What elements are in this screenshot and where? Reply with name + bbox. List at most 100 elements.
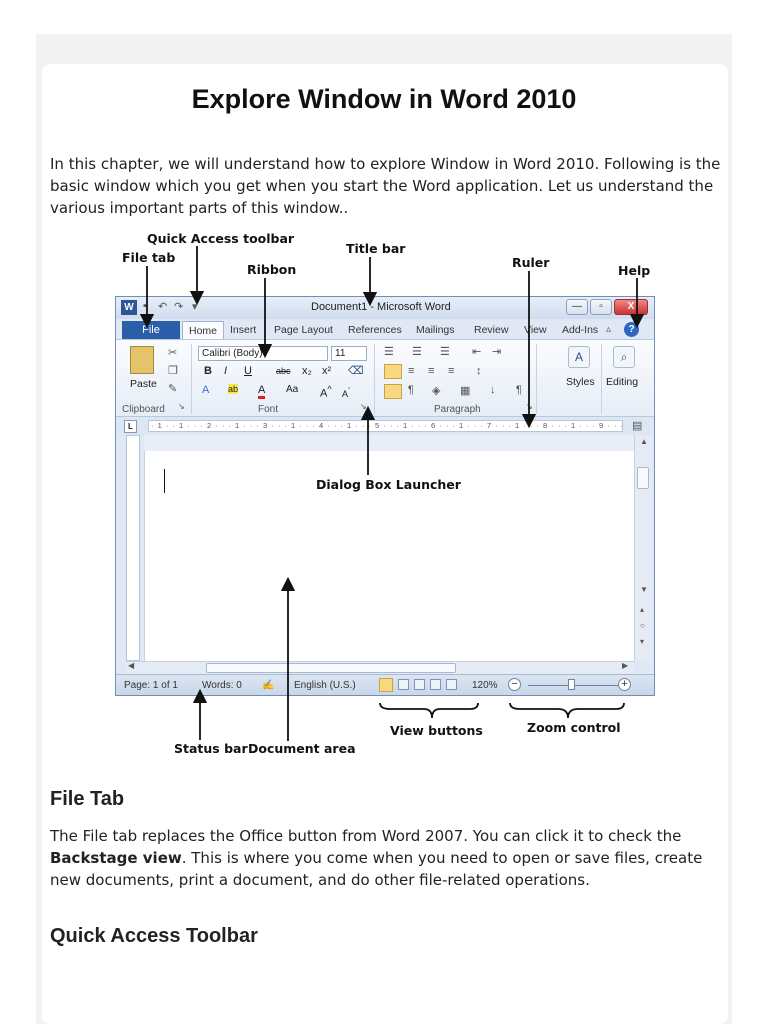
- italic-button[interactable]: I: [224, 365, 227, 377]
- document-area[interactable]: [144, 435, 634, 661]
- group-separator: [191, 344, 192, 414]
- word-count[interactable]: Words: 0: [202, 680, 242, 691]
- zoom-level[interactable]: 120%: [472, 680, 498, 691]
- clipboard-launcher-icon[interactable]: ↘: [178, 402, 185, 411]
- font-size-combo[interactable]: 11: [331, 346, 367, 361]
- numbering-icon[interactable]: ☰: [412, 345, 422, 358]
- shading-icon[interactable]: ◈: [432, 384, 440, 397]
- save-icon[interactable]: ▪: [143, 300, 147, 312]
- intro-paragraph: In this chapter, we will understand how …: [50, 155, 721, 217]
- file-tab-text-part: The File tab replaces the Office button …: [50, 827, 682, 845]
- callout-file-tab: File tab: [122, 250, 176, 265]
- increase-indent-icon[interactable]: ⇥: [492, 345, 501, 358]
- editing-button[interactable]: Editing: [606, 376, 638, 388]
- proofing-icon[interactable]: ✍: [262, 680, 274, 691]
- line-spacing-icon[interactable]: ↕: [476, 365, 482, 377]
- scroll-up-icon[interactable]: ▲: [640, 437, 648, 446]
- ribbon: Paste ✂ ❐ ✎ Clipboard ↘ Calibri (Body) 1…: [116, 339, 654, 417]
- tab-selector-icon[interactable]: L: [124, 420, 137, 433]
- tab-page-layout[interactable]: Page Layout: [274, 324, 333, 336]
- paste-icon[interactable]: [130, 346, 154, 374]
- scroll-right-icon[interactable]: ▶: [622, 661, 628, 670]
- ltr-button[interactable]: [384, 384, 402, 399]
- page-top-margin: [144, 435, 634, 451]
- view-ruler-icon[interactable]: ▤: [632, 419, 642, 432]
- zoom-out-button[interactable]: −: [508, 678, 521, 691]
- restore-button[interactable]: ▫: [590, 299, 612, 315]
- minimize-button[interactable]: —: [566, 299, 588, 315]
- font-color-icon[interactable]: A: [258, 384, 266, 399]
- print-layout-view-button[interactable]: [379, 678, 393, 692]
- file-tab[interactable]: File: [122, 321, 180, 339]
- horizontal-scroll-thumb[interactable]: [206, 663, 456, 673]
- tab-review[interactable]: Review: [474, 324, 508, 336]
- tab-view[interactable]: View: [524, 324, 547, 336]
- align-center-icon[interactable]: ≡: [408, 365, 414, 377]
- scroll-left-icon[interactable]: ◀: [128, 661, 134, 670]
- strikethrough-button[interactable]: abc: [276, 366, 291, 376]
- redo-icon[interactable]: ↷: [174, 300, 183, 313]
- tab-mailings[interactable]: Mailings: [416, 324, 455, 336]
- help-icon[interactable]: ?: [624, 322, 639, 337]
- language[interactable]: English (U.S.): [294, 680, 356, 691]
- rtl-icon[interactable]: ¶: [408, 384, 414, 396]
- next-page-icon[interactable]: ▾: [640, 637, 644, 646]
- zoom-in-button[interactable]: +: [618, 678, 631, 691]
- font-name-combo[interactable]: Calibri (Body): [198, 346, 328, 361]
- full-screen-reading-view-button[interactable]: [398, 679, 409, 690]
- copy-icon[interactable]: ❐: [168, 364, 178, 377]
- title-bar: W ▪ ↶ ↷ ▾ Document1 - Microsoft Word — ▫…: [116, 297, 654, 319]
- underline-button[interactable]: U: [244, 365, 252, 377]
- callout-status-bar: Status bar: [174, 741, 248, 756]
- previous-page-icon[interactable]: ▴: [640, 605, 644, 614]
- format-painter-icon[interactable]: ✎: [168, 382, 177, 395]
- cut-icon[interactable]: ✂: [168, 346, 177, 359]
- styles-icon[interactable]: A: [568, 346, 590, 368]
- borders-icon[interactable]: ▦: [460, 384, 470, 397]
- minimize-ribbon-icon[interactable]: ▵: [606, 324, 611, 335]
- vertical-scroll-thumb[interactable]: [637, 467, 649, 489]
- zoom-slider-thumb[interactable]: [568, 679, 575, 690]
- tab-references[interactable]: References: [348, 324, 402, 336]
- scroll-down-icon[interactable]: ▼: [640, 585, 648, 594]
- tab-add-ins[interactable]: Add-Ins: [562, 324, 598, 336]
- page-count[interactable]: Page: 1 of 1: [124, 680, 178, 691]
- paste-label[interactable]: Paste: [130, 378, 157, 390]
- grow-font-icon[interactable]: A^: [320, 384, 332, 400]
- superscript-button[interactable]: x²: [322, 365, 331, 377]
- font-dialog-launcher-icon[interactable]: ↘: [360, 402, 367, 411]
- decrease-indent-icon[interactable]: ⇤: [472, 345, 481, 358]
- tab-home[interactable]: Home: [182, 321, 225, 339]
- group-separator: [536, 344, 537, 414]
- shrink-font-icon[interactable]: Aˇ: [342, 386, 351, 399]
- multilevel-list-icon[interactable]: ☰: [440, 345, 450, 358]
- close-button[interactable]: X: [614, 299, 648, 315]
- qat-customize-icon[interactable]: ▾: [192, 300, 198, 313]
- highlight-icon[interactable]: ab: [228, 384, 239, 394]
- callout-view-buttons: View buttons: [390, 723, 483, 738]
- show-formatting-icon[interactable]: ¶: [516, 384, 522, 396]
- undo-icon[interactable]: ↶: [158, 300, 167, 313]
- text-effects-icon[interactable]: A: [202, 384, 209, 396]
- browse-object-icon[interactable]: ○: [640, 621, 645, 630]
- callout-quick-access-toolbar: Quick Access toolbar: [147, 231, 295, 246]
- justify-icon[interactable]: ≡: [448, 365, 454, 377]
- find-icon[interactable]: ⌕: [613, 346, 635, 368]
- tab-insert[interactable]: Insert: [230, 324, 256, 336]
- styles-button[interactable]: Styles: [566, 376, 595, 388]
- change-case-icon[interactable]: Aa: [286, 384, 298, 395]
- ruler-row: L · 1 · · 1 · · · 2 · · · 1 · · · 3 · · …: [116, 417, 654, 435]
- bullets-icon[interactable]: ☰: [384, 345, 394, 358]
- draft-view-button[interactable]: [446, 679, 457, 690]
- paragraph-dialog-launcher-icon[interactable]: ↘: [526, 402, 533, 411]
- sort-icon[interactable]: ↓: [490, 384, 496, 396]
- web-layout-view-button[interactable]: [414, 679, 425, 690]
- align-left-button[interactable]: [384, 364, 402, 379]
- bold-button[interactable]: B: [204, 365, 212, 377]
- clear-formatting-icon[interactable]: ⌫: [348, 364, 364, 377]
- align-right-icon[interactable]: ≡: [428, 365, 434, 377]
- horizontal-ruler[interactable]: · 1 · · 1 · · · 2 · · · 1 · · · 3 · · · …: [148, 420, 623, 432]
- outline-view-button[interactable]: [430, 679, 441, 690]
- zoom-slider-track[interactable]: [528, 685, 624, 686]
- subscript-button[interactable]: x₂: [302, 365, 312, 377]
